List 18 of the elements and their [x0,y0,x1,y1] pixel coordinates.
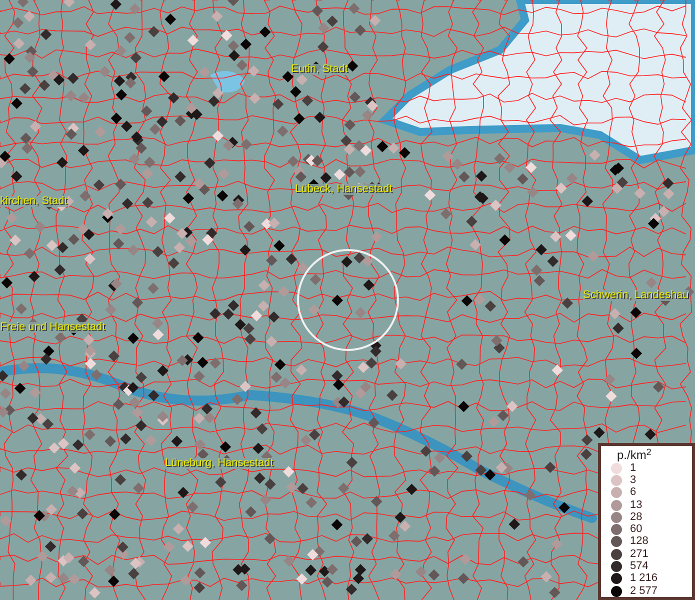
legend-label: 2 577 [630,586,658,597]
place-label: Lübeck, Hansestadt [295,184,392,195]
legend-label: 1 216 [630,573,658,584]
legend-label: 3 [630,474,636,486]
legend-label: 574 [630,561,648,572]
place-label: Freie und Hansestadt [0,322,106,333]
legend-title: p./km$^{2}$ [617,448,652,462]
place-label: Lüneburg, Hansestadt [165,458,274,469]
legend-label: 28 [630,512,642,523]
legend-label: 271 [630,548,648,560]
place-label: kirchen, Stadt [0,196,68,207]
place-label: Schwerin, Landeshau [583,290,689,301]
legend-label: 60 [630,524,642,536]
place-label: Eutin, Stadt [291,64,348,75]
legend-label: 6 [630,487,636,498]
legend-label: 13 [630,500,642,511]
legend-label: 1 [630,462,636,474]
legend-label: 128 [630,536,648,548]
